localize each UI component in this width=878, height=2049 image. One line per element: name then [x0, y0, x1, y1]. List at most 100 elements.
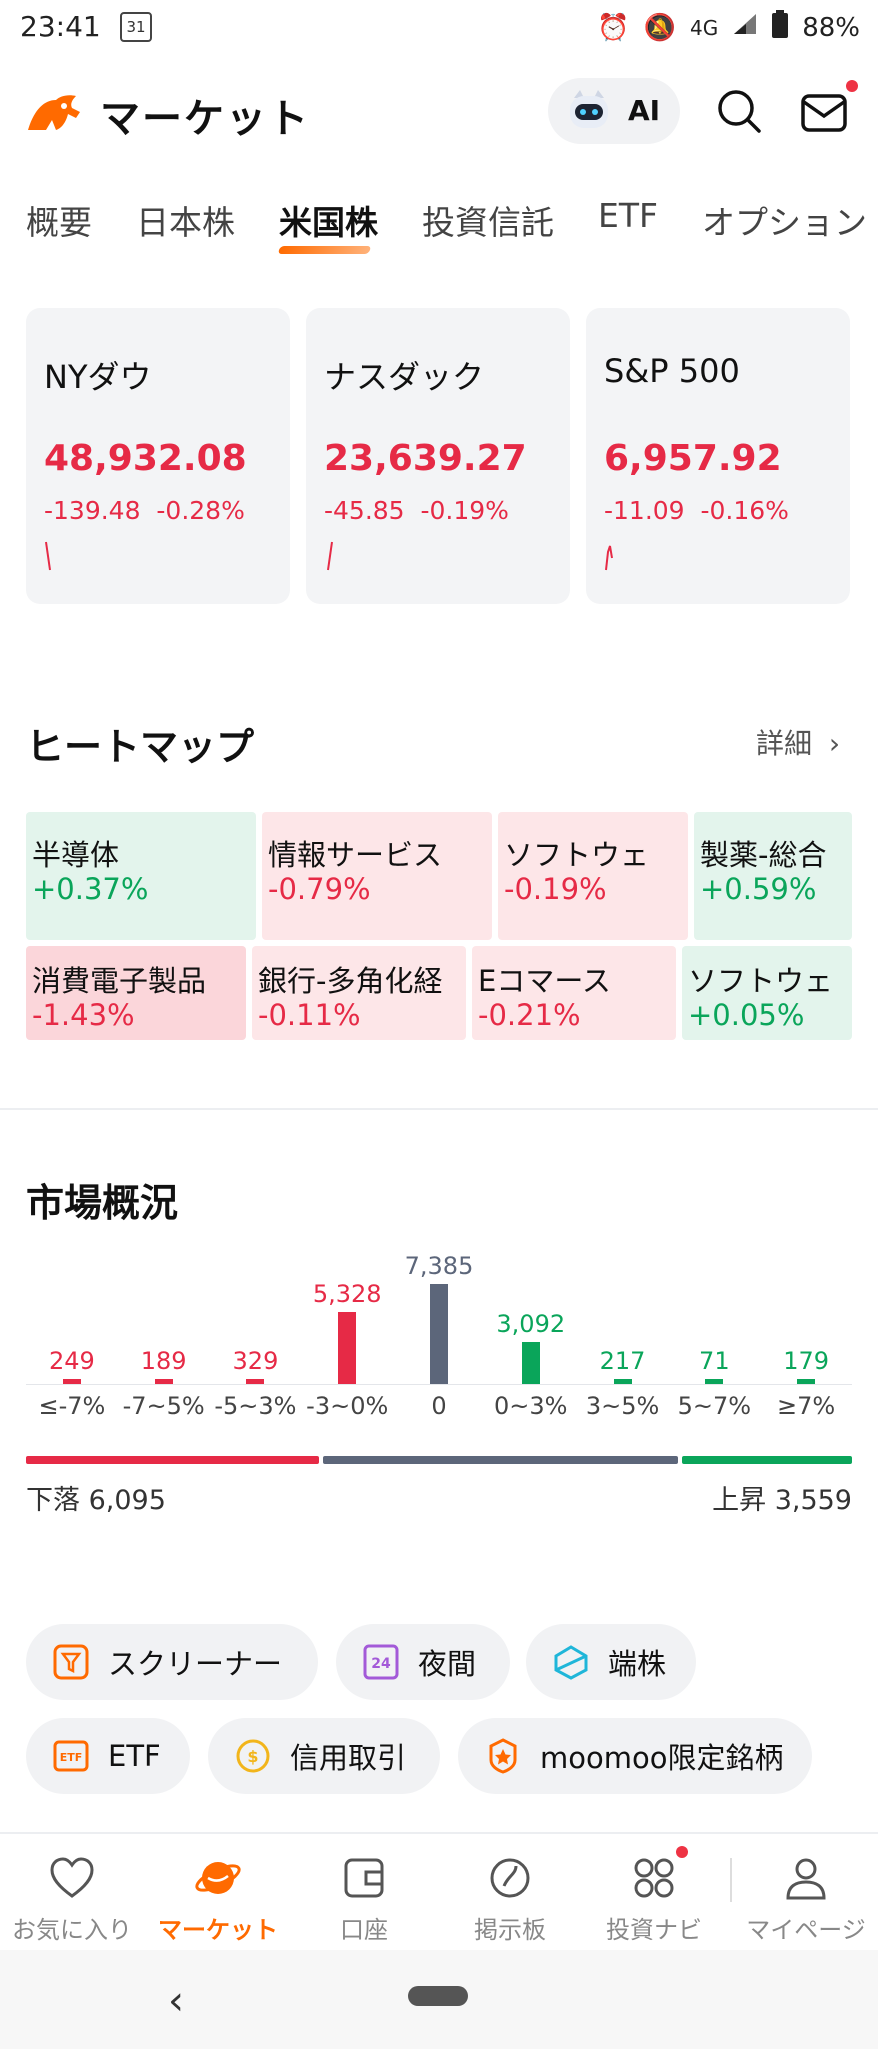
- moomoo-exclusive-chip[interactable]: moomoo限定銘柄: [458, 1718, 812, 1794]
- tab-japan-stocks[interactable]: 日本株: [136, 196, 235, 244]
- filter-icon: [52, 1643, 90, 1681]
- chip-label: 夜間: [418, 1647, 477, 1681]
- calendar-icon: 31: [120, 12, 152, 42]
- ai-assistant-button[interactable]: AI: [548, 78, 680, 144]
- tab-options[interactable]: オプション: [702, 196, 867, 244]
- compass-icon: [490, 1858, 530, 1898]
- distribution-value: 217: [599, 1347, 646, 1375]
- tab-overview[interactable]: 概要: [26, 196, 92, 244]
- nav-my-page[interactable]: マイページ: [736, 1856, 876, 1945]
- nav-label: 掲示板: [474, 1916, 546, 1944]
- distribution-category: ≥7%: [777, 1392, 836, 1420]
- page-title: マーケット: [100, 96, 310, 142]
- grid-icon: [634, 1858, 674, 1898]
- badge-star-icon: [484, 1737, 522, 1775]
- tab-mutual-funds[interactable]: 投資信託: [422, 196, 554, 244]
- nav-label: お気に入り: [12, 1916, 132, 1944]
- notification-dot: [846, 80, 858, 92]
- nav-favorites[interactable]: お気に入り: [2, 1856, 142, 1945]
- distribution-category: 0: [431, 1392, 447, 1420]
- coin-icon: $: [234, 1737, 272, 1775]
- cell-name: 製薬-総合: [700, 838, 827, 872]
- heatmap-cell[interactable]: 半導体 +0.37%: [26, 812, 256, 940]
- cell-value: +0.59%: [700, 872, 817, 906]
- svg-text:24: 24: [371, 1656, 391, 1672]
- back-icon[interactable]: ‹: [168, 1978, 184, 2024]
- mute-icon: 🔕: [643, 12, 676, 43]
- distribution-bar: [154, 1379, 173, 1384]
- user-icon: [786, 1858, 826, 1900]
- tab-etf[interactable]: ETF: [598, 196, 658, 244]
- nav-label: マーケット: [158, 1916, 278, 1944]
- index-name: ナスダック: [324, 358, 485, 396]
- chip-label: ETF: [108, 1739, 161, 1773]
- cell-name: 銀行-多角化経: [258, 964, 443, 998]
- index-price: 23,639.27: [324, 438, 527, 479]
- cell-name: 消費電子製品: [32, 964, 207, 998]
- index-card-sp500[interactable]: S&P 500 6,957.92 -11.09 -0.16%: [586, 308, 850, 604]
- nav-investment-navi[interactable]: 投資ナビ: [584, 1856, 724, 1945]
- distribution-bar: [521, 1342, 540, 1384]
- nav-board[interactable]: 掲示板: [440, 1856, 580, 1945]
- index-change: -45.85 -0.19%: [324, 496, 509, 525]
- index-price: 48,932.08: [44, 438, 247, 479]
- section-divider: [0, 1108, 878, 1110]
- distribution-category: 0~3%: [494, 1392, 568, 1420]
- distribution-value: 329: [232, 1347, 279, 1375]
- index-sparkline: [327, 541, 333, 571]
- index-card-nasdaq[interactable]: ナスダック 23,639.27 -45.85 -0.19%: [306, 308, 570, 604]
- mail-icon[interactable]: [800, 90, 848, 134]
- detail-label: 詳細: [756, 727, 813, 760]
- distribution-bar: [797, 1379, 816, 1384]
- distribution-bar: [246, 1379, 265, 1384]
- chart-baseline: [26, 1384, 852, 1385]
- cell-value: -0.79%: [268, 872, 371, 906]
- index-sparkline: [605, 545, 613, 571]
- cell-value: -0.11%: [258, 998, 361, 1032]
- home-pill[interactable]: [408, 1986, 468, 2006]
- fractional-shares-chip[interactable]: 端株: [526, 1624, 696, 1700]
- tab-us-stocks[interactable]: 米国株: [279, 196, 378, 244]
- cell-name: ソフトウェ: [504, 838, 650, 872]
- distribution-value: 179: [783, 1347, 830, 1375]
- cube-icon: [552, 1643, 590, 1681]
- heatmap-detail-link[interactable]: 詳細 ›: [756, 722, 840, 762]
- index-card-dow[interactable]: NYダウ 48,932.08 -139.48 -0.28%: [26, 308, 290, 604]
- night-trading-chip[interactable]: 24 夜間: [336, 1624, 510, 1700]
- svg-text:ETF: ETF: [60, 1751, 83, 1764]
- distribution-bar: [338, 1312, 357, 1384]
- 24h-icon: 24: [362, 1643, 400, 1681]
- battery-percent: 88%: [802, 12, 860, 43]
- distribution-category: -7~5%: [122, 1392, 205, 1420]
- search-icon[interactable]: [716, 88, 762, 134]
- nav-account[interactable]: 口座: [294, 1856, 434, 1945]
- distribution-value: 3,092: [496, 1310, 566, 1338]
- heatmap-cell[interactable]: Eコマース -0.21%: [472, 946, 676, 1040]
- cell-value: -0.19%: [504, 872, 607, 906]
- distribution-bar: [430, 1284, 448, 1384]
- index-change: -139.48 -0.28%: [44, 496, 245, 525]
- status-time: 23:41: [20, 10, 101, 43]
- heatmap-cell[interactable]: 銀行-多角化経 -0.11%: [252, 946, 466, 1040]
- chip-label: 端株: [608, 1647, 667, 1681]
- heatmap-cell[interactable]: ソフトウェ -0.19%: [498, 812, 688, 940]
- index-price: 6,957.92: [604, 438, 782, 479]
- etf-icon: ETF: [52, 1737, 90, 1775]
- margin-trading-chip[interactable]: $ 信用取引: [208, 1718, 440, 1794]
- heart-icon: [50, 1857, 94, 1898]
- status-bar: 23:41 31 ⏰ 🔕 4G 88%: [0, 0, 878, 52]
- nav-market[interactable]: マーケット: [148, 1856, 288, 1945]
- alarm-icon: ⏰: [597, 12, 630, 43]
- signal-icon: [732, 12, 758, 43]
- index-change: -11.09 -0.16%: [604, 496, 789, 525]
- etf-chip[interactable]: ETF ETF: [26, 1718, 190, 1794]
- heatmap-cell[interactable]: 製薬-総合 +0.59%: [694, 812, 852, 940]
- planet-icon: [195, 1862, 241, 1894]
- battery-icon: [772, 10, 789, 45]
- screener-chip[interactable]: スクリーナー: [26, 1624, 318, 1700]
- heatmap-cell[interactable]: ソフトウェ +0.05%: [682, 946, 852, 1040]
- heatmap-cell[interactable]: 消費電子製品 -1.43%: [26, 946, 246, 1040]
- heatmap-cell[interactable]: 情報サービス -0.79%: [262, 812, 492, 940]
- notification-dot: [676, 1846, 688, 1858]
- decline-count: 下落 6,095: [26, 1485, 166, 1516]
